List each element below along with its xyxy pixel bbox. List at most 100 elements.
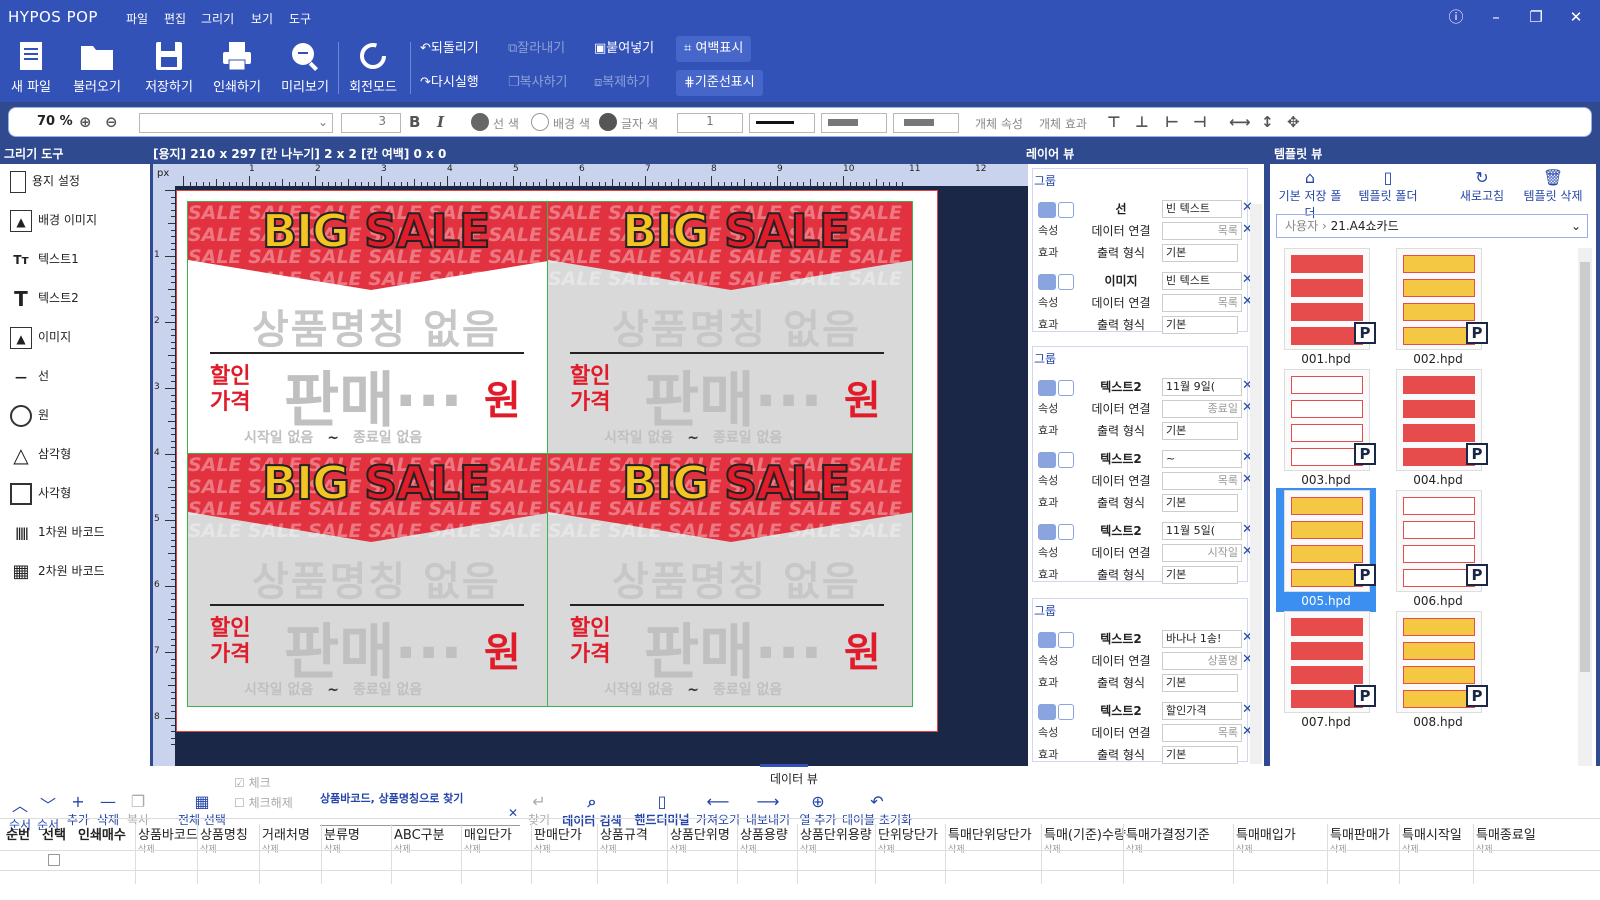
paper[interactable]: SALE SALE SALE SALE SALE SALE SALE SALE … — [176, 190, 938, 732]
handheld-button[interactable]: ▯ 핸드터미널 — [630, 792, 694, 828]
template-name[interactable]: 003.hpd — [1276, 473, 1376, 487]
line-width-select[interactable]: 1 — [677, 113, 743, 133]
line-pattern-select[interactable] — [821, 113, 887, 133]
data-link-value[interactable]: 목록 — [1162, 472, 1242, 490]
same-size-icon[interactable]: ✥ — [1287, 113, 1300, 131]
menu-draw[interactable]: 그리기 — [201, 10, 234, 27]
layer-row[interactable]: 텍스트2 11월 9일(✕ — [1028, 378, 1258, 398]
delete-column-link[interactable]: 삭제 — [1044, 842, 1126, 855]
layer-row[interactable]: 텍스트2 바나나 1송! ✕ — [1028, 630, 1258, 650]
copy-button[interactable]: ❐복사하기 — [504, 70, 568, 96]
layer-row[interactable]: 이미지 빈 텍스트 ✕ — [1028, 272, 1258, 292]
effect-link[interactable]: 효과 — [1038, 746, 1058, 762]
align-left-icon[interactable]: ⊢ — [1165, 113, 1179, 131]
add-column-button[interactable]: ⊕ 열 추가 — [796, 792, 840, 828]
data-link-value[interactable]: 목록 — [1162, 724, 1242, 742]
tool-image[interactable]: ▲ 이미지 — [10, 322, 71, 352]
delete-column-link[interactable]: 삭제 — [1476, 842, 1536, 855]
font-select[interactable]: ⌄ — [139, 113, 333, 133]
print-button[interactable]: 인쇄하기 — [206, 38, 268, 98]
restore-icon[interactable]: ❐ — [1522, 6, 1550, 28]
menu-view[interactable]: 보기 — [251, 10, 273, 27]
bg-color-swatch[interactable] — [531, 113, 549, 131]
delete-row-button[interactable]: — 삭제 — [94, 792, 122, 828]
template-name[interactable]: 002.hpd — [1388, 352, 1488, 366]
export-button[interactable]: ⟶ 내보내기 — [744, 792, 792, 828]
same-height-icon[interactable]: ↕ — [1261, 113, 1274, 131]
col-order[interactable]: 순번 — [6, 824, 30, 843]
menu-file[interactable]: 파일 — [126, 10, 148, 27]
refresh-button[interactable]: ↻ 새로고침 — [1450, 168, 1514, 204]
template-name[interactable]: 001.hpd — [1276, 352, 1376, 366]
rotate-mode-button[interactable]: 회전모드 — [342, 38, 404, 98]
pop-card[interactable]: SALE SALE SALE SALE SALE SALE SALE SALE … — [547, 453, 913, 707]
delete-column-link[interactable]: 삭제 — [138, 842, 198, 855]
bold-button[interactable]: B — [409, 113, 420, 131]
template-name[interactable]: 005.hpd — [1276, 594, 1376, 608]
output-format-select[interactable]: 기본 — [1162, 566, 1238, 584]
new-file-button[interactable]: 새 파일 — [6, 38, 56, 98]
delete-column-link[interactable]: 삭제 — [1126, 842, 1210, 855]
tool-rectangle[interactable]: 사각형 — [10, 478, 71, 508]
delete-column-link[interactable]: 삭제 — [740, 842, 788, 855]
paste-button[interactable]: ▣붙여넣기 — [590, 36, 654, 62]
text-color-swatch[interactable] — [599, 113, 617, 131]
template-name[interactable]: 008.hpd — [1388, 715, 1488, 729]
property-link[interactable]: 속성 — [1038, 544, 1058, 560]
output-format-select[interactable]: 기본 — [1162, 422, 1238, 440]
layer-row[interactable]: 선빈 텍스트 ✕ — [1028, 200, 1258, 220]
font-size-stepper[interactable]: 3 — [341, 113, 401, 133]
data-link-value[interactable]: 목록 — [1162, 294, 1242, 312]
fill-pattern-select[interactable] — [893, 113, 959, 133]
property-link[interactable]: 속성 — [1038, 294, 1058, 310]
delete-column-link[interactable]: 삭제 — [600, 842, 648, 855]
delete-template-button[interactable]: 🗑 템플릿 삭제 — [1518, 168, 1588, 204]
layer-value[interactable]: ~ — [1162, 450, 1242, 468]
delete-column-link[interactable]: 삭제 — [394, 842, 445, 855]
scrollbar[interactable] — [1250, 204, 1262, 764]
template-name[interactable]: 007.hpd — [1276, 715, 1376, 729]
align-top-icon[interactable]: ⊤ — [1107, 113, 1121, 131]
property-link[interactable]: 속성 — [1038, 472, 1058, 488]
tool-barcode-1d[interactable]: ||||| 1차원 바코드 — [10, 517, 105, 547]
check-button[interactable]: ☑ 체크 — [234, 774, 271, 791]
property-link[interactable]: 속성 — [1038, 652, 1058, 668]
property-link[interactable]: 속성 — [1038, 222, 1058, 238]
redo-button[interactable]: ↷다시실행 — [416, 70, 479, 96]
reset-table-button[interactable]: ↶ 테이블 초기화 — [840, 792, 914, 828]
tool-text1[interactable]: Tт 텍스트1 — [10, 244, 78, 274]
line-style-select[interactable] — [749, 113, 815, 133]
align-bottom-icon[interactable]: ⊥ — [1135, 113, 1149, 131]
delete-column-link[interactable]: 삭제 — [262, 842, 310, 855]
delete-column-link[interactable]: 삭제 — [464, 842, 512, 855]
effect-link[interactable]: 효과 — [1038, 674, 1058, 690]
layer-row[interactable]: 텍스트2 할인가격 ✕ — [1028, 702, 1258, 722]
add-row-button[interactable]: + 추가 — [64, 792, 92, 828]
delete-column-link[interactable]: 삭제 — [534, 842, 582, 855]
delete-column-link[interactable]: 삭제 — [1236, 842, 1296, 855]
effect-link[interactable]: 효과 — [1038, 316, 1058, 332]
select-all-button[interactable]: ▦ 전체 선택 — [176, 792, 228, 828]
open-button[interactable]: 불러오기 — [66, 38, 128, 98]
zoom-out-icon[interactable]: ⊖ — [105, 113, 118, 131]
search-input[interactable] — [320, 806, 520, 826]
uncheck-button[interactable]: ☐ 체크해제 — [234, 794, 293, 811]
template-path-select[interactable]: 사용자 › 21.A4쇼카드 ⌄ — [1276, 214, 1588, 238]
splitter-handle[interactable] — [760, 764, 808, 767]
layer-value[interactable]: 바나나 1송! — [1162, 630, 1242, 648]
scrollbar[interactable] — [1578, 248, 1592, 766]
delete-column-link[interactable]: 삭제 — [948, 842, 1032, 855]
align-right-icon[interactable]: ⊣ — [1193, 113, 1207, 131]
italic-button[interactable]: I — [437, 113, 444, 131]
pop-card[interactable]: SALE SALE SALE SALE SALE SALE SALE SALE … — [547, 201, 913, 455]
effect-link[interactable]: 효과 — [1038, 494, 1058, 510]
output-format-select[interactable]: 기본 — [1162, 316, 1238, 334]
menu-tools[interactable]: 도구 — [289, 10, 311, 27]
minimize-icon[interactable]: – — [1482, 6, 1510, 28]
undo-button[interactable]: ↶되돌리기 — [416, 36, 479, 62]
close-icon[interactable]: ✕ — [1562, 6, 1590, 28]
canvas-area[interactable]: px 1 2 3 4 5 6 7 8 9 10 11 12 12345678 SALE SALE SA… — [153, 164, 1041, 766]
info-icon[interactable]: ⓘ — [1442, 6, 1470, 28]
data-link-value[interactable]: 목록 — [1162, 222, 1242, 240]
object-property-button[interactable]: 개체 속성 — [975, 115, 1023, 132]
